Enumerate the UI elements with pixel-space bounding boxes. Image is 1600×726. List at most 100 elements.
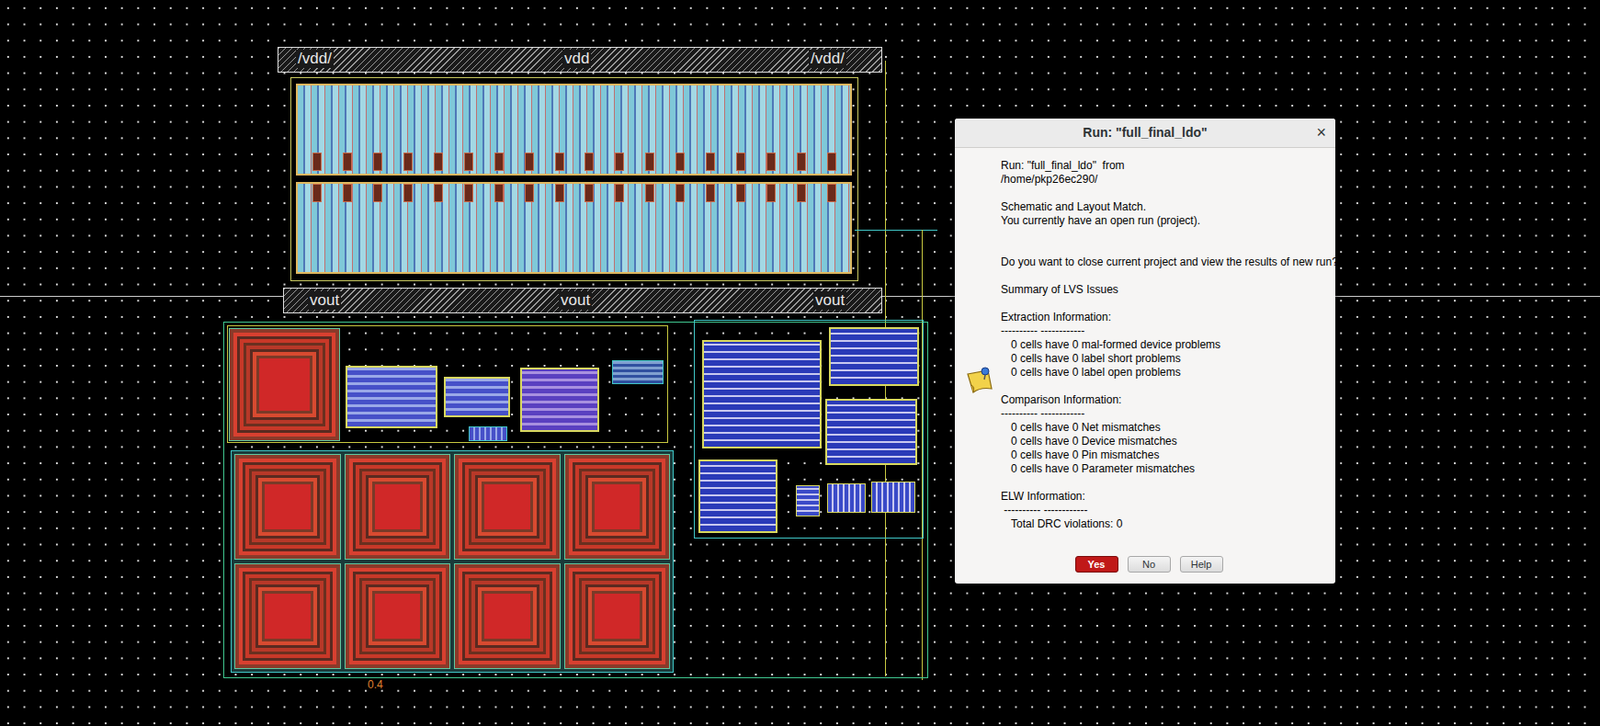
gate-contact [766, 183, 776, 203]
gate-contact [433, 183, 443, 203]
gate-contact [796, 183, 806, 203]
gate-contact [827, 152, 837, 171]
gate-contact [342, 152, 352, 171]
result-line: 0 cells have 0 Pin mismatches [1000, 448, 1330, 463]
device[interactable] [828, 327, 920, 386]
help-button[interactable]: Help [1180, 556, 1224, 573]
gate-contact [524, 152, 534, 171]
summary-heading: Summary of LVS Issues [1000, 283, 1330, 297]
gate-contact [645, 152, 655, 171]
section-rule: ---------- ------------ [1000, 503, 1330, 518]
device[interactable] [612, 360, 664, 385]
gate-contact [584, 183, 594, 203]
result-line: 0 cells have 0 Device mismatches [1000, 434, 1330, 449]
gate-contact [705, 152, 715, 171]
gate-contact [464, 183, 474, 203]
gate-contact [524, 183, 534, 203]
mim-capacitor[interactable] [453, 563, 561, 670]
section-heading: Comparison Information: [1000, 393, 1330, 408]
section-rule: ---------- ------------ [1000, 324, 1330, 339]
mim-capacitor[interactable] [228, 328, 341, 442]
device[interactable] [825, 398, 918, 466]
result-line: 0 cells have 0 Parameter mismatches [1000, 462, 1330, 477]
vout-label: vout [558, 291, 592, 310]
gate-contact [766, 152, 776, 171]
gate-contact [796, 152, 806, 171]
section-heading: ELW Information: [1000, 489, 1330, 504]
vout-label: vout [307, 291, 341, 310]
gate-contact [464, 152, 474, 171]
gate-contact [373, 183, 383, 203]
gate-contact [373, 152, 383, 171]
device[interactable] [443, 376, 511, 418]
button-label: Yes [1088, 558, 1106, 570]
button-label: Help [1191, 558, 1213, 570]
gate-contact [555, 183, 565, 203]
mim-capacitor[interactable] [564, 563, 671, 670]
route-line [854, 229, 938, 231]
gate-contact [403, 152, 413, 171]
run-info: /home/pkp26ec290/ [1000, 172, 1330, 187]
status-line: You currently have an open run (project)… [1000, 214, 1330, 228]
vout-label: vout [813, 291, 847, 310]
gate-contact [494, 183, 504, 203]
gate-contact [494, 152, 504, 171]
result-line: 0 cells have 0 mal-formed device problem… [1000, 338, 1330, 352]
dimension-label: 0.4 [367, 678, 384, 692]
vdd-label: vdd [562, 49, 591, 69]
mim-capacitor[interactable] [564, 453, 671, 560]
gate-contact [433, 152, 443, 171]
device[interactable] [702, 340, 822, 449]
close-button[interactable]: × [1316, 123, 1327, 142]
result-line: Total DRC violations: 0 [1000, 517, 1330, 532]
gate-contact [827, 183, 837, 203]
gate-contact [342, 183, 352, 203]
gate-contact [675, 152, 685, 171]
gate-contact [312, 152, 322, 171]
gate-contact [736, 152, 746, 171]
gate-contact [675, 183, 685, 203]
route-line [921, 229, 923, 681]
dialog-title: Run: "full_final_ldo" [1082, 123, 1207, 143]
result-line: 0 cells have 0 Net mismatches [1000, 420, 1330, 435]
gate-contact [705, 183, 715, 203]
mim-capacitor[interactable] [234, 563, 341, 670]
title-bar: Run: "full_final_ldo" × [954, 118, 1336, 148]
mim-capacitor[interactable] [453, 453, 561, 560]
section-heading: Extraction Information: [1000, 310, 1330, 325]
note-icon [964, 364, 996, 397]
mim-capacitor[interactable] [344, 563, 452, 670]
device[interactable] [468, 426, 508, 442]
mim-capacitor[interactable] [344, 453, 452, 560]
device[interactable] [698, 459, 778, 534]
vdd-label: /vdd/ [808, 49, 847, 69]
question-text: Do you want to close current project and… [1000, 255, 1330, 270]
section-rule: ---------- ------------ [1000, 407, 1330, 421]
vdd-label: /vdd/ [295, 49, 334, 69]
layout-canvas[interactable]: /vdd/vdd/vdd/ vout vout vout 0.4 Run: "ful… [0, 0, 1600, 726]
gate-contact [584, 152, 594, 171]
device[interactable] [795, 485, 820, 517]
gate-contact [736, 183, 746, 203]
mim-capacitor[interactable] [234, 453, 341, 560]
device[interactable] [827, 483, 866, 513]
device[interactable] [871, 481, 916, 513]
gate-contact [645, 183, 655, 203]
cap-array[interactable] [230, 450, 674, 673]
lvs-run-dialog[interactable]: Run: "full_final_ldo"×Run: "full_final_l… [954, 118, 1336, 584]
button-row: Yes No Help [954, 556, 1336, 584]
dialog-body: Run: "full_final_ldo" from/home/pkp26ec2… [954, 147, 1336, 557]
run-info: Run: "full_final_ldo" from [1000, 158, 1330, 173]
gate-contact [555, 152, 565, 171]
no-button[interactable]: No [1127, 556, 1171, 573]
gate-contacts [312, 183, 837, 205]
gate-contact [614, 183, 625, 203]
device[interactable] [520, 367, 600, 432]
result-line: 0 cells have 0 label short problems [1000, 351, 1330, 366]
yes-button[interactable]: Yes [1075, 556, 1119, 573]
gate-contact [403, 183, 413, 203]
status-line: Schematic and Layout Match. [1000, 200, 1330, 215]
gate-contact [312, 183, 322, 203]
result-line: 0 cells have 0 label open problems [1000, 365, 1330, 380]
device[interactable] [345, 365, 438, 429]
